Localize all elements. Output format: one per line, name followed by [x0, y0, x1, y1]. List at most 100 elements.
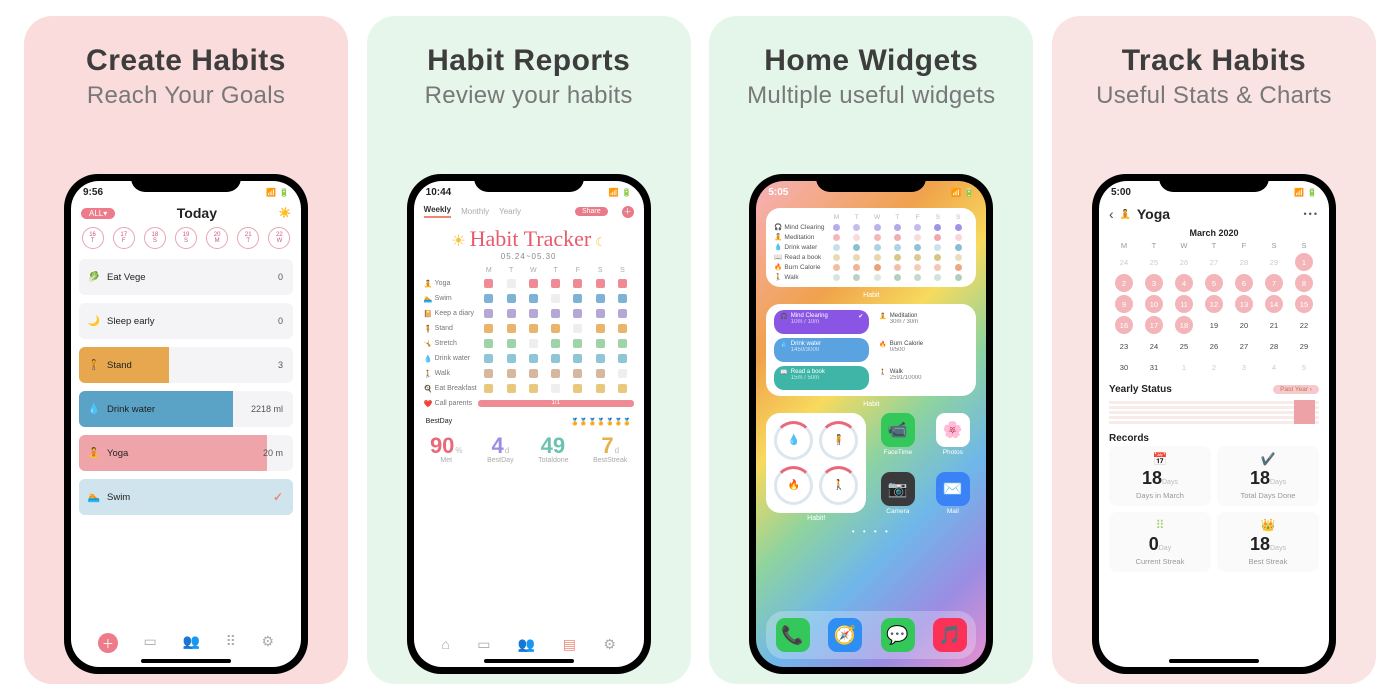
calendar-day[interactable]: 12 [1205, 295, 1223, 313]
date-pill[interactable]: 16T [82, 227, 104, 249]
calendar-day[interactable]: 26 [1205, 337, 1223, 355]
calendar-day[interactable]: 31 [1145, 358, 1163, 376]
report-row: 🧘Yoga [424, 276, 634, 291]
app-mail[interactable]: ✉️Mail [929, 472, 976, 523]
progress-chip[interactable]: 🔥Burn Calorie0/500 [873, 338, 968, 362]
date-pill[interactable]: 20M [206, 227, 228, 249]
progress-chip[interactable]: 📖Read a book15m / 50m [774, 366, 869, 390]
calendar-day[interactable]: 29 [1295, 337, 1313, 355]
calendar-day[interactable]: 27 [1205, 253, 1223, 271]
calendar-day[interactable]: 4 [1265, 358, 1283, 376]
nav-settings-icon[interactable]: ⚙ [603, 636, 616, 653]
date-pill[interactable]: 18S [144, 227, 166, 249]
dock-app[interactable]: 📞 [776, 618, 810, 652]
nav-friends-icon[interactable]: 👥 [182, 633, 199, 653]
habit-row[interactable]: 💧 Drink water2218 ml [79, 391, 293, 427]
date-pill[interactable]: 21T [237, 227, 259, 249]
calendar-day[interactable]: 5 [1205, 274, 1223, 292]
calendar-day[interactable]: 9 [1115, 295, 1133, 313]
calendar-day[interactable]: 13 [1235, 295, 1253, 313]
habit-icon: 💧 [85, 404, 103, 415]
dock-app[interactable]: 🧭 [828, 618, 862, 652]
page-dots[interactable]: • • • • [756, 527, 986, 536]
nav-home-icon[interactable]: ⌂ [441, 636, 449, 653]
dock-app[interactable]: 💬 [881, 618, 915, 652]
habit-row[interactable]: 🧍 Stand3 [79, 347, 293, 383]
calendar-day[interactable]: 15 [1295, 295, 1313, 313]
widget-weekly-grid[interactable]: MTWTFSS🎧Mind Clearing🧘Meditation💧Drink w… [766, 208, 976, 287]
calendar-day[interactable]: 19 [1205, 316, 1223, 334]
calendar-day[interactable]: 3 [1145, 274, 1163, 292]
calendar-day[interactable]: 28 [1235, 253, 1253, 271]
app-facetime[interactable]: 📹FaceTime [874, 413, 921, 464]
calendar-day[interactable]: 21 [1265, 316, 1283, 334]
calendar-day[interactable]: 25 [1145, 253, 1163, 271]
calendar-day[interactable]: 2 [1205, 358, 1223, 376]
add-icon[interactable]: ＋ [622, 206, 634, 218]
nav-notes-icon[interactable]: ▭ [477, 636, 490, 653]
past-year-pill[interactable]: Past Year › [1273, 385, 1319, 394]
summary-stats: 90%Met4dBestDay49Totaldone7dBestStreak [414, 429, 644, 464]
dock-app[interactable]: 🎵 [933, 618, 967, 652]
calendar-day[interactable]: 4 [1175, 274, 1193, 292]
calendar-day[interactable]: 16 [1115, 316, 1133, 334]
calendar-day[interactable]: 29 [1265, 253, 1283, 271]
calendar-day[interactable]: 26 [1175, 253, 1193, 271]
date-pill[interactable]: 22W [268, 227, 290, 249]
calendar-day[interactable]: 17 [1145, 316, 1163, 334]
share-button[interactable]: Share [575, 207, 608, 216]
records-title: Records [1109, 433, 1149, 444]
tab-weekly[interactable]: Weekly [424, 205, 451, 218]
calendar-day[interactable]: 24 [1115, 253, 1133, 271]
progress-chip[interactable]: 🎧Mind Clearing10m / 10m✔ [774, 310, 869, 334]
calendar-day[interactable]: 23 [1115, 337, 1133, 355]
app-photos[interactable]: 🌸Photos [929, 413, 976, 464]
tab-monthly[interactable]: Monthly [461, 207, 489, 216]
filter-pill[interactable]: ALL▾ [81, 208, 115, 219]
add-button[interactable]: ＋ [98, 633, 118, 653]
calendar-day[interactable]: 24 [1145, 337, 1163, 355]
habit-row[interactable]: 🥬 Eat Vege0 [79, 259, 293, 295]
calendar-day[interactable]: 6 [1235, 274, 1253, 292]
progress-chip[interactable]: 🚶Walk2591/10000 [873, 366, 968, 390]
calendar-day[interactable]: 18 [1175, 316, 1193, 334]
calendar-day[interactable]: 7 [1265, 274, 1283, 292]
progress-chip[interactable]: 🧘Meditation30m / 30m [873, 310, 968, 334]
calendar[interactable]: March 2020 MTWTFSS 242526272829123456789… [1099, 226, 1329, 378]
date-pill[interactable]: 17F [113, 227, 135, 249]
tab-yearly[interactable]: Yearly [499, 207, 521, 216]
progress-chip[interactable]: 💧Drink water1450/3000 [774, 338, 869, 362]
nav-report-icon[interactable]: ▤ [563, 636, 576, 653]
calendar-day[interactable]: 2 [1115, 274, 1133, 292]
calendar-day[interactable]: 10 [1145, 295, 1163, 313]
calendar-day[interactable]: 25 [1175, 337, 1193, 355]
date-strip[interactable]: 16T 17F 18S 19S 20M 21T 22W [71, 225, 301, 255]
calendar-day[interactable]: 28 [1265, 337, 1283, 355]
habit-row[interactable]: 🏊 Swim✓ [79, 479, 293, 515]
widget-progress-chips[interactable]: 🎧Mind Clearing10m / 10m✔🧘Meditation30m /… [766, 304, 976, 396]
calendar-day[interactable]: 27 [1235, 337, 1253, 355]
nav-notes-icon[interactable]: ▭ [144, 633, 157, 653]
habit-value: 0 [278, 316, 283, 326]
more-icon[interactable]: ••• [1304, 209, 1319, 219]
calendar-day[interactable]: 8 [1295, 274, 1313, 292]
calendar-day[interactable]: 22 [1295, 316, 1313, 334]
date-pill[interactable]: 19S [175, 227, 197, 249]
back-icon[interactable]: ‹ [1109, 206, 1114, 222]
habit-row[interactable]: 🌙 Sleep early0 [79, 303, 293, 339]
calendar-day[interactable]: 5 [1295, 358, 1313, 376]
calendar-day[interactable]: 11 [1175, 295, 1193, 313]
calendar-day[interactable]: 14 [1265, 295, 1283, 313]
nav-friends-icon[interactable]: 👥 [518, 636, 535, 653]
calendar-day[interactable]: 1 [1175, 358, 1193, 376]
calendar-day[interactable]: 20 [1235, 316, 1253, 334]
nav-settings-icon[interactable]: ⚙ [262, 633, 275, 653]
habit-row[interactable]: 🧘 Yoga20 m [79, 435, 293, 471]
stat: 7dBestStreak [593, 433, 627, 464]
widget-rings[interactable]: 💧🧍🔥🚶 [766, 413, 866, 513]
nav-widgets-icon[interactable]: ⠿ [226, 633, 236, 653]
app-camera[interactable]: 📷Camera [874, 472, 921, 523]
calendar-day[interactable]: 1 [1295, 253, 1313, 271]
calendar-day[interactable]: 30 [1115, 358, 1133, 376]
calendar-day[interactable]: 3 [1235, 358, 1253, 376]
